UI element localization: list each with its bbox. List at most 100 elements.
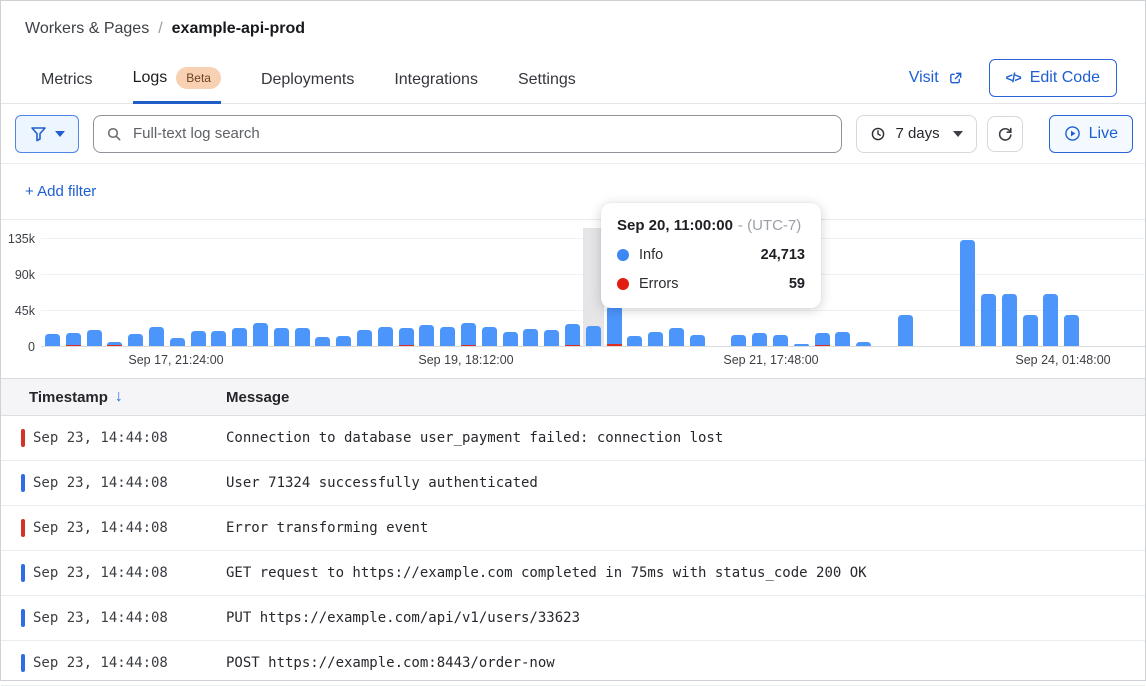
chart-bar[interactable] xyxy=(544,330,559,346)
log-timestamp: Sep 23, 14:44:08 xyxy=(1,655,226,671)
chart-bar[interactable] xyxy=(45,334,60,346)
chart-bar[interactable] xyxy=(1043,294,1058,346)
chart-bar[interactable] xyxy=(440,327,455,346)
bar-info-segment xyxy=(752,333,767,346)
log-row[interactable]: Sep 23, 14:44:08User 71324 successfully … xyxy=(1,461,1145,506)
chart-bar[interactable] xyxy=(960,240,975,346)
chart-bar[interactable] xyxy=(794,344,809,346)
log-message: Error transforming event xyxy=(226,520,428,536)
bar-info-segment xyxy=(1023,315,1038,346)
chart-bar[interactable] xyxy=(191,331,206,346)
chart-bar[interactable] xyxy=(669,328,684,346)
bar-info-segment xyxy=(815,333,830,344)
visit-link[interactable]: Visit xyxy=(909,69,963,87)
chart-bar[interactable] xyxy=(482,327,497,346)
tab-integrations[interactable]: Integrations xyxy=(394,71,478,104)
error-level-indicator xyxy=(21,519,25,537)
chart-tooltip: Sep 20, 11:00:00- (UTC-7) Info 24,713 Er… xyxy=(601,203,821,308)
chart-bar[interactable] xyxy=(752,333,767,346)
log-timestamp: Sep 23, 14:44:08 xyxy=(1,520,226,536)
tooltip-info-row: Info 24,713 xyxy=(617,247,805,263)
chart-bar[interactable] xyxy=(295,328,310,346)
chart-plot: 045k90k135k xyxy=(1,232,1145,347)
chart-bar[interactable] xyxy=(461,323,476,346)
chart-bar[interactable] xyxy=(773,335,788,346)
column-header-timestamp[interactable]: Timestamp ↓ xyxy=(1,388,226,406)
bar-info-segment xyxy=(336,336,351,346)
breadcrumb-section[interactable]: Workers & Pages xyxy=(25,20,149,38)
tab-bar: Metrics Logs Beta Deployments Integratio… xyxy=(41,67,576,104)
live-button[interactable]: Live xyxy=(1049,115,1133,153)
bar-info-segment xyxy=(357,330,372,346)
time-range-dropdown[interactable]: 7 days xyxy=(856,115,976,153)
chart-bar[interactable] xyxy=(399,328,414,346)
chart-bar[interactable] xyxy=(565,324,580,346)
chart-bar[interactable] xyxy=(211,331,226,346)
chart-bar[interactable] xyxy=(274,328,289,346)
chart-bar[interactable] xyxy=(1023,315,1038,346)
chart-x-axis: Sep 17, 21:24:00Sep 19, 18:12:00Sep 21, … xyxy=(1,351,1145,367)
chart-bar[interactable] xyxy=(419,325,434,346)
chart-bar[interactable] xyxy=(1002,294,1017,346)
bar-info-segment xyxy=(170,338,185,346)
chart-bar[interactable] xyxy=(1064,315,1079,346)
errors-dot-icon xyxy=(617,278,629,290)
bar-info-segment xyxy=(856,342,871,346)
chart-bar[interactable] xyxy=(149,327,164,346)
bar-info-segment xyxy=(295,328,310,346)
chart-bar[interactable] xyxy=(87,330,102,346)
bar-info-segment xyxy=(274,328,289,346)
tab-logs[interactable]: Logs Beta xyxy=(133,67,221,104)
chart-y-tick: 135k xyxy=(1,232,35,246)
chart-bar[interactable] xyxy=(835,332,850,346)
chart-bar[interactable] xyxy=(378,327,393,346)
bar-info-segment xyxy=(399,328,414,345)
chart-bar[interactable] xyxy=(981,294,996,346)
chart-bar[interactable] xyxy=(690,335,705,346)
log-row[interactable]: Sep 23, 14:44:08GET request to https://e… xyxy=(1,551,1145,596)
tooltip-errors-value: 59 xyxy=(789,276,805,292)
chart-bar[interactable] xyxy=(648,332,663,346)
filter-dropdown-button[interactable] xyxy=(15,115,79,153)
chart-bar[interactable] xyxy=(336,336,351,346)
tab-deployments[interactable]: Deployments xyxy=(261,71,354,104)
bar-info-segment xyxy=(232,328,247,346)
chart-bar[interactable] xyxy=(898,315,913,346)
tab-metrics[interactable]: Metrics xyxy=(41,71,93,104)
chart-bar[interactable] xyxy=(815,333,830,346)
chart-bar[interactable] xyxy=(586,326,601,346)
log-row[interactable]: Sep 23, 14:44:08POST https://example.com… xyxy=(1,641,1145,686)
chart-bar[interactable] xyxy=(170,338,185,346)
bar-info-segment xyxy=(835,332,850,346)
chart-bar[interactable] xyxy=(253,323,268,346)
chart-bar[interactable] xyxy=(607,306,622,346)
chart-bar[interactable] xyxy=(66,333,81,347)
tab-label: Logs xyxy=(133,69,168,87)
chart-bar[interactable] xyxy=(107,342,122,346)
chart-bar[interactable] xyxy=(856,342,871,346)
log-table: Timestamp ↓ Message Sep 23, 14:44:08Conn… xyxy=(1,378,1145,686)
chart-bar[interactable] xyxy=(128,334,143,346)
clock-icon xyxy=(870,126,886,142)
error-level-indicator xyxy=(21,429,25,447)
add-filter-button[interactable]: + Add filter xyxy=(25,183,96,200)
chevron-down-icon xyxy=(953,131,963,137)
chart-bar[interactable] xyxy=(523,329,538,346)
tab-settings[interactable]: Settings xyxy=(518,71,576,104)
chart-bar[interactable] xyxy=(731,335,746,346)
chart-bar[interactable] xyxy=(357,330,372,346)
tab-label: Settings xyxy=(518,71,576,89)
chart-bar[interactable] xyxy=(315,337,330,346)
chart-bar[interactable] xyxy=(503,332,518,346)
edit-code-button[interactable]: </> Edit Code xyxy=(989,59,1117,97)
refresh-button[interactable] xyxy=(987,116,1023,152)
log-row[interactable]: Sep 23, 14:44:08Connection to database u… xyxy=(1,416,1145,461)
bar-info-segment xyxy=(440,327,455,346)
chart-bar[interactable] xyxy=(232,328,247,346)
log-row[interactable]: Sep 23, 14:44:08Error transforming event xyxy=(1,506,1145,551)
bar-info-segment xyxy=(87,330,102,346)
chart-bar[interactable] xyxy=(627,336,642,346)
chart-x-tick: Sep 17, 21:24:00 xyxy=(128,353,223,367)
log-row[interactable]: Sep 23, 14:44:08PUT https://example.com/… xyxy=(1,596,1145,641)
search-input[interactable] xyxy=(131,124,829,143)
